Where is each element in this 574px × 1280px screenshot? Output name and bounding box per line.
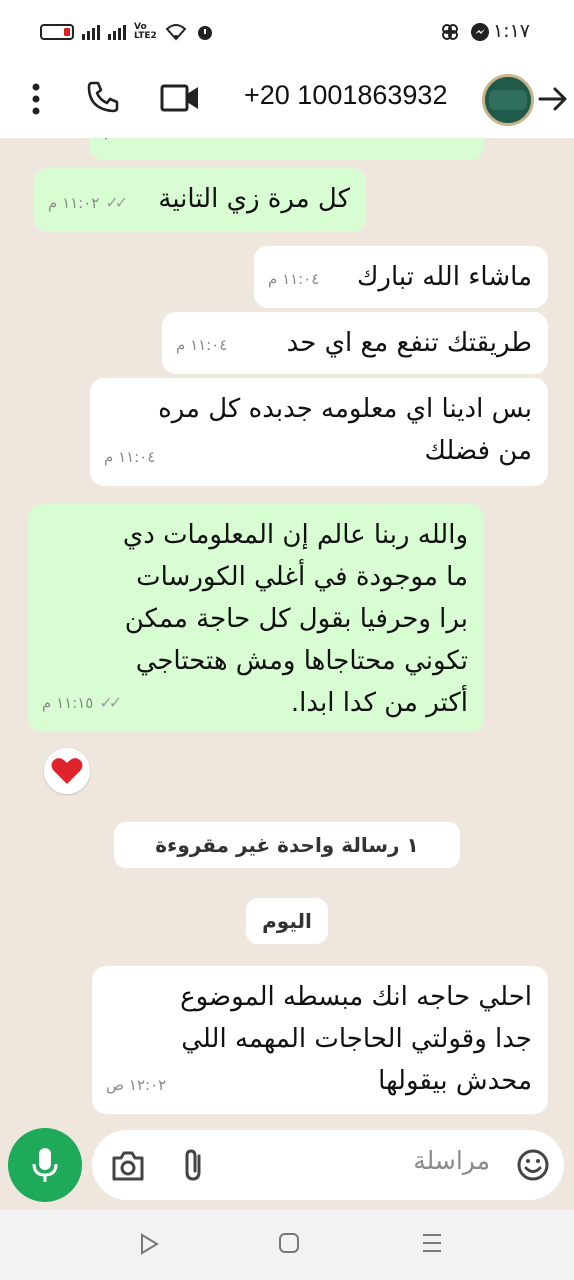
message-line: محدش بيقولها	[378, 1066, 532, 1096]
message-text: طريقتك تنفع مع اي حد	[286, 328, 532, 358]
message-line: والله ربنا عالم إن المعلومات دي	[122, 520, 468, 550]
nav-home-icon[interactable]	[278, 1232, 300, 1254]
contact-number[interactable]: +20 1001863932	[244, 80, 447, 111]
mic-icon	[32, 1148, 58, 1182]
message-time: ١١:٠١ م	[104, 138, 155, 152]
heart-icon	[51, 758, 83, 784]
nav-back-icon[interactable]	[138, 1232, 160, 1256]
message-line: بس ادينا اي معلومه جدبده كل مره	[158, 394, 532, 424]
message-time: ١١:٠٢ م	[48, 194, 100, 212]
message-line: من فضلك	[424, 436, 532, 466]
message-time: ١١:٠٤ م	[268, 270, 320, 288]
chat-area[interactable]: ✓✓ ١١:٠١ م كل مرة زي التانية ✓✓ ١١:٠٢ م …	[0, 138, 574, 1128]
more-options-icon[interactable]	[24, 82, 48, 116]
mic-button[interactable]	[8, 1128, 82, 1202]
network-label-bottom: LTE2	[134, 31, 157, 41]
status-icons-left: Vo LTE2	[40, 22, 215, 42]
emoji-icon[interactable]	[516, 1148, 550, 1182]
message-time: ١١:٠٤ م	[176, 336, 228, 354]
read-receipt-icon: ✓✓	[161, 138, 184, 152]
alarm-icon	[197, 26, 212, 40]
message-line: جدا وقولتي الحاجات المهمه اللي	[181, 1024, 532, 1054]
system-nav-bar	[0, 1210, 574, 1280]
message-meta: ١١:٠٤ م	[176, 324, 227, 366]
messenger-icon	[471, 23, 489, 41]
message-time: ١١:١٥ م	[42, 694, 94, 712]
message-bubble-incoming[interactable]: ماشاء الله تبارك ١١:٠٤ م	[254, 246, 548, 308]
date-divider: اليوم	[246, 898, 328, 944]
message-bubble-outgoing[interactable]: كل مرة زي التانية ✓✓ ١١:٠٢ م	[34, 168, 366, 232]
message-input[interactable]: مراسلة	[92, 1130, 564, 1200]
status-time: ١:١٧	[492, 20, 530, 42]
status-bar: Vo LTE2 ١:١٧	[0, 0, 574, 62]
message-meta: ✓✓ ١١:١٥ م	[42, 682, 122, 724]
message-meta: ١٢:٠٢ ص	[106, 1064, 166, 1106]
camera-icon[interactable]	[110, 1150, 146, 1182]
message-meta: ١١:٠٤ م	[268, 258, 319, 300]
message-meta: ١١:٠٤ م	[104, 436, 155, 478]
message-meta: ✓✓ ١١:٠٢ م	[48, 182, 128, 224]
back-arrow-icon[interactable]	[538, 86, 568, 112]
signal-icon-2	[108, 24, 126, 40]
message-input-placeholder: مراسلة	[413, 1146, 490, 1175]
message-bubble-incoming[interactable]: طريقتك تنفع مع اي حد ١١:٠٤ م	[162, 312, 548, 374]
read-receipt-icon: ✓✓	[99, 693, 122, 712]
message-time: ١٢:٠٢ ص	[106, 1076, 167, 1094]
message-line: برا وحرفيا بقول كل حاجة ممكن	[124, 604, 468, 634]
battery-icon	[40, 24, 74, 40]
unread-messages-banner: ١ رسالة واحدة غير مقروءة	[114, 822, 460, 868]
composer-bar: مراسلة	[0, 1128, 574, 1210]
notification-icons	[440, 22, 490, 42]
read-receipt-icon: ✓✓	[105, 193, 128, 212]
message-line: تكوني محتاجاها ومش هتحتاجي	[135, 646, 468, 676]
avatar-logo	[489, 90, 527, 110]
signal-icon	[82, 24, 100, 40]
message-bubble-incoming[interactable]: احلي حاجه انك مبسطه الموضوع جدا وقولتي ا…	[92, 966, 548, 1114]
message-time: ١١:٠٤ م	[104, 448, 156, 466]
attach-icon[interactable]	[180, 1148, 208, 1182]
message-bubble-incoming[interactable]: بس ادينا اي معلومه جدبده كل مره من فضلك …	[90, 378, 548, 486]
message-bubble-outgoing[interactable]: ✓✓ ١١:٠١ م	[90, 138, 484, 160]
volte-label: Vo LTE2	[134, 23, 157, 41]
reaction-heart-icon[interactable]	[44, 748, 90, 794]
video-call-icon[interactable]	[160, 84, 200, 112]
nav-recents-icon[interactable]	[420, 1232, 444, 1254]
chat-header: +20 1001863932	[0, 62, 574, 138]
message-bubble-outgoing[interactable]: والله ربنا عالم إن المعلومات دي ما موجود…	[28, 504, 484, 732]
wifi-icon	[165, 24, 187, 41]
message-line: ما موجودة في أغلي الكورسات	[136, 562, 468, 592]
message-line: احلي حاجه انك مبسطه الموضوع	[180, 982, 532, 1012]
pinwheel-icon	[442, 24, 458, 40]
message-meta: ✓✓ ١١:٠١ م	[104, 138, 184, 152]
avatar[interactable]	[482, 74, 534, 126]
voice-call-icon[interactable]	[86, 80, 120, 114]
